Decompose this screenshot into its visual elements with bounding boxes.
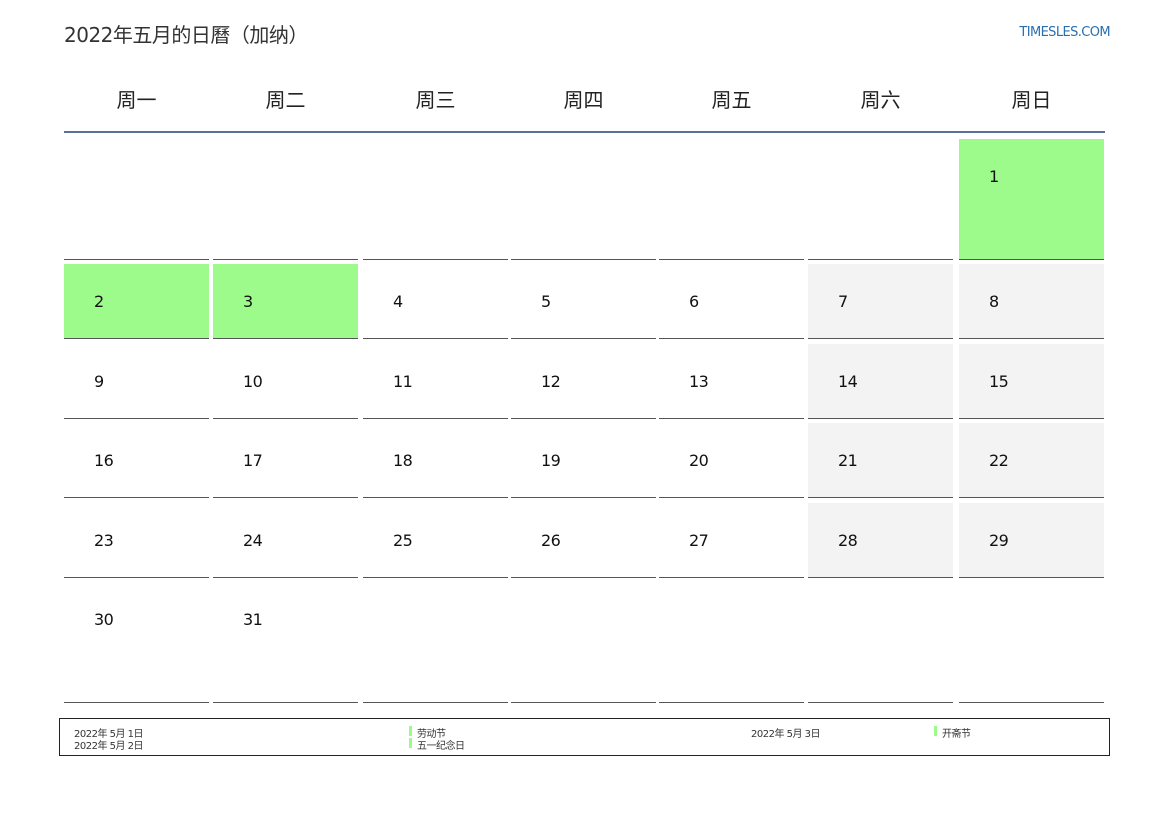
day-number: 22 <box>989 451 1009 470</box>
day-number: 13 <box>689 372 709 391</box>
calendar-cell-empty <box>659 582 804 703</box>
calendar-day-12[interactable]: 12 <box>511 344 656 419</box>
day-number: 20 <box>689 451 709 470</box>
calendar-cell-empty <box>959 582 1104 703</box>
calendar-day-11[interactable]: 11 <box>363 344 508 419</box>
day-number: 31 <box>243 610 263 629</box>
calendar-cell-empty <box>659 139 804 260</box>
calendar-day-30[interactable]: 30 <box>64 582 209 703</box>
calendar-day-20[interactable]: 20 <box>659 423 804 498</box>
day-number: 10 <box>243 372 263 391</box>
weekday-sun: 周日 <box>1011 88 1052 112</box>
calendar-day-25[interactable]: 25 <box>363 503 508 578</box>
weekday-wed: 周三 <box>415 88 456 112</box>
day-number: 18 <box>393 451 413 470</box>
calendar-day-9[interactable]: 9 <box>64 344 209 419</box>
weekday-mon: 周一 <box>116 88 157 112</box>
day-number: 19 <box>541 451 561 470</box>
calendar-day-15[interactable]: 15 <box>959 344 1104 419</box>
weekday-sat: 周六 <box>860 88 901 112</box>
legend-holiday-name: 开斋节 <box>942 729 971 740</box>
day-number: 2 <box>94 292 104 311</box>
legend-date: 2022年 5月 3日 <box>751 729 821 740</box>
day-number: 7 <box>838 292 848 311</box>
holiday-legend: 2022年 5月 1日 2022年 5月 2日 劳动节 五一纪念日 2022年 … <box>59 718 1110 756</box>
calendar-day-7[interactable]: 7 <box>808 264 953 339</box>
header-divider <box>64 131 1105 133</box>
day-number: 11 <box>393 372 413 391</box>
calendar-day-16[interactable]: 16 <box>64 423 209 498</box>
legend-color-swatch <box>409 726 412 736</box>
day-number: 27 <box>689 531 709 550</box>
calendar-cell-empty <box>363 582 508 703</box>
calendar-cell-empty <box>363 139 508 260</box>
calendar-day-27[interactable]: 27 <box>659 503 804 578</box>
day-number: 30 <box>94 610 114 629</box>
day-number: 23 <box>94 531 114 550</box>
calendar-day-18[interactable]: 18 <box>363 423 508 498</box>
calendar-day-26[interactable]: 26 <box>511 503 656 578</box>
site-link[interactable]: TIMESLES.COM <box>1019 25 1110 40</box>
day-number: 25 <box>393 531 413 550</box>
day-number: 3 <box>243 292 253 311</box>
weekday-thu: 周四 <box>563 88 604 112</box>
legend-color-swatch <box>934 726 937 736</box>
day-number: 29 <box>989 531 1009 550</box>
calendar-day-13[interactable]: 13 <box>659 344 804 419</box>
calendar-day-23[interactable]: 23 <box>64 503 209 578</box>
calendar-day-29[interactable]: 29 <box>959 503 1104 578</box>
calendar-day-24[interactable]: 24 <box>213 503 358 578</box>
legend-color-swatch <box>409 738 412 748</box>
calendar-cell-empty <box>808 582 953 703</box>
calendar-day-3[interactable]: 3 <box>213 264 358 339</box>
day-number: 6 <box>689 292 699 311</box>
day-number: 14 <box>838 372 858 391</box>
day-number: 9 <box>94 372 104 391</box>
calendar-day-21[interactable]: 21 <box>808 423 953 498</box>
day-number: 12 <box>541 372 561 391</box>
calendar-day-6[interactable]: 6 <box>659 264 804 339</box>
day-number: 16 <box>94 451 114 470</box>
calendar-cell-empty <box>511 139 656 260</box>
calendar-day-31[interactable]: 31 <box>213 582 358 703</box>
weekday-header: 周一 周二 周三 周四 周五 周六 周日 <box>64 80 1105 120</box>
weekday-fri: 周五 <box>711 88 752 112</box>
legend-date: 2022年 5月 2日 <box>74 741 144 752</box>
day-number: 5 <box>541 292 551 311</box>
day-number: 28 <box>838 531 858 550</box>
day-number: 8 <box>989 292 999 311</box>
calendar-cell-empty <box>64 139 209 260</box>
calendar-day-10[interactable]: 10 <box>213 344 358 419</box>
day-number: 24 <box>243 531 263 550</box>
calendar-day-1[interactable]: 1 <box>959 139 1104 260</box>
calendar-day-19[interactable]: 19 <box>511 423 656 498</box>
calendar-cell-empty <box>213 139 358 260</box>
calendar-day-2[interactable]: 2 <box>64 264 209 339</box>
calendar-day-22[interactable]: 22 <box>959 423 1104 498</box>
page-title: 2022年五月的日曆（加纳） <box>64 23 308 47</box>
calendar-day-14[interactable]: 14 <box>808 344 953 419</box>
calendar-day-8[interactable]: 8 <box>959 264 1104 339</box>
calendar-day-17[interactable]: 17 <box>213 423 358 498</box>
day-number: 21 <box>838 451 858 470</box>
calendar-cell-empty <box>511 582 656 703</box>
day-number: 17 <box>243 451 263 470</box>
day-number: 26 <box>541 531 561 550</box>
day-number: 15 <box>989 372 1009 391</box>
day-number: 1 <box>989 167 999 186</box>
day-number: 4 <box>393 292 403 311</box>
calendar-day-5[interactable]: 5 <box>511 264 656 339</box>
weekday-tue: 周二 <box>265 88 306 112</box>
calendar-day-28[interactable]: 28 <box>808 503 953 578</box>
calendar-day-4[interactable]: 4 <box>363 264 508 339</box>
calendar-cell-empty <box>808 139 953 260</box>
legend-holiday-name: 五一纪念日 <box>417 741 465 752</box>
